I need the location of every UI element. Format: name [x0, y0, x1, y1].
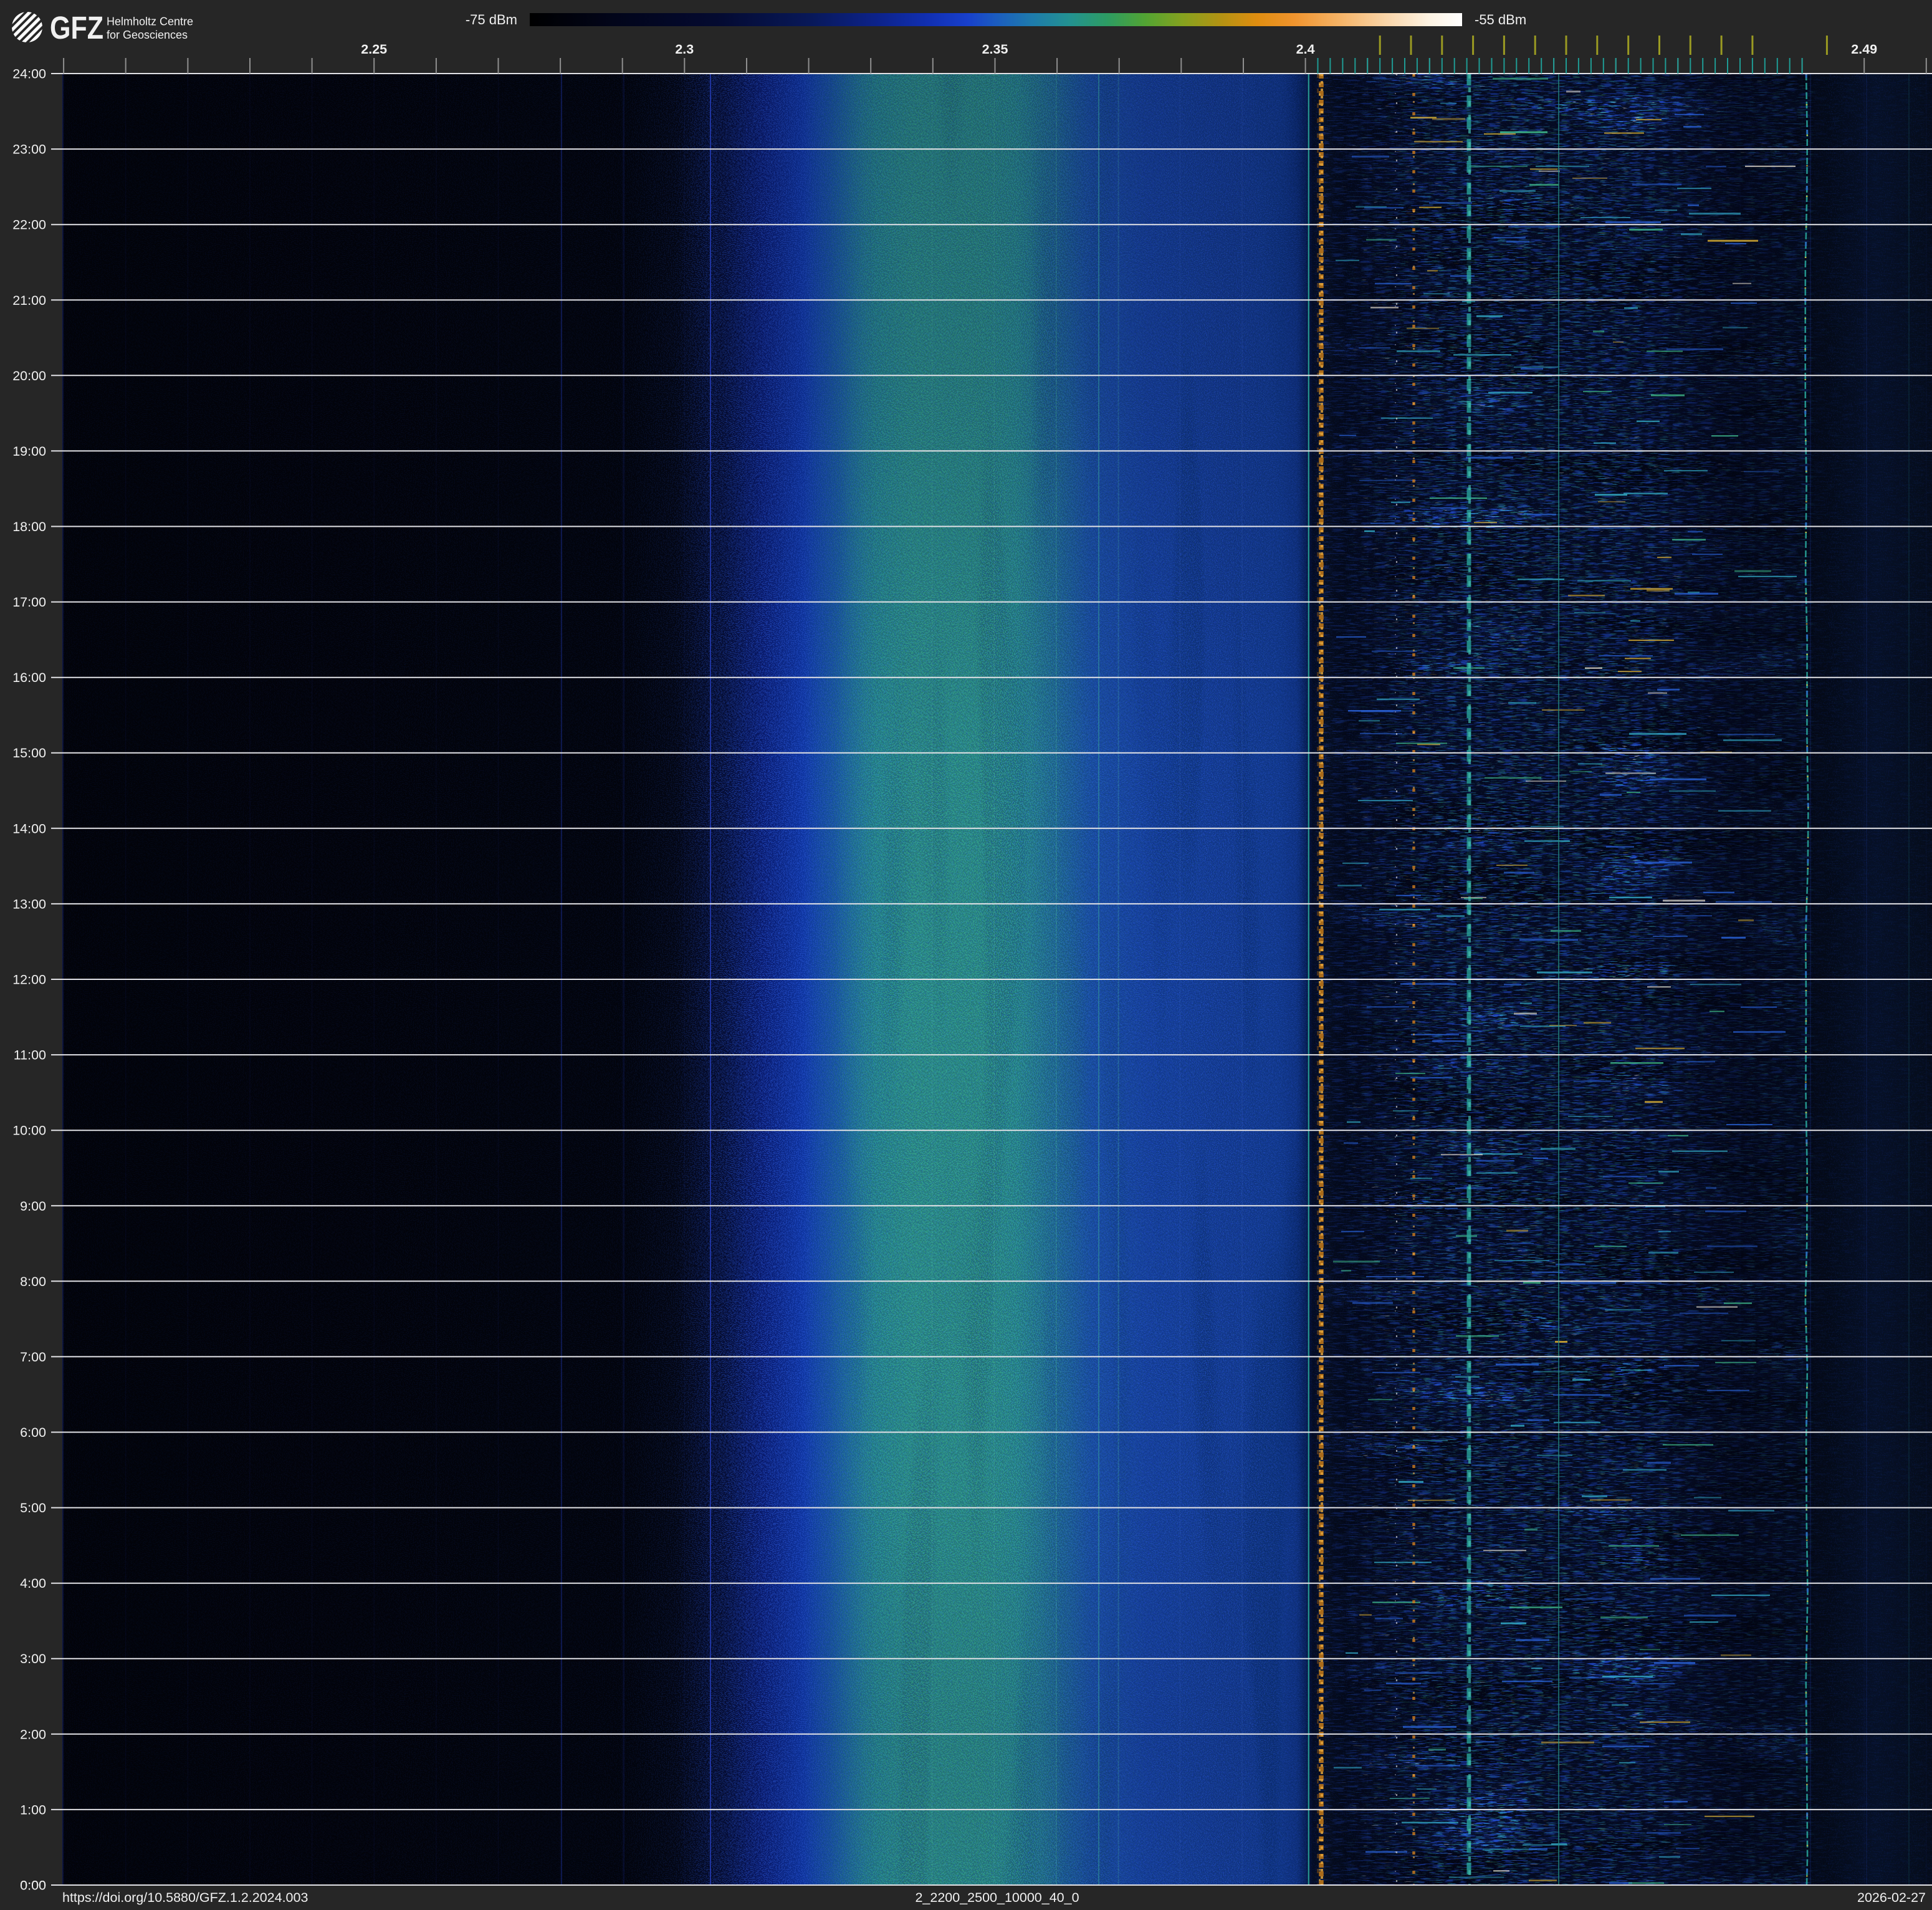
svg-text:2.49: 2.49 — [1851, 42, 1877, 57]
svg-text:4:00: 4:00 — [20, 1576, 46, 1591]
svg-text:15:00: 15:00 — [12, 746, 46, 761]
svg-text:2026-02-27: 2026-02-27 — [1857, 1890, 1926, 1905]
svg-text:18:00: 18:00 — [12, 519, 46, 534]
svg-text:16:00: 16:00 — [12, 670, 46, 685]
svg-text:17:00: 17:00 — [12, 595, 46, 610]
svg-text:for Geosciences: for Geosciences — [107, 29, 188, 41]
svg-text:14:00: 14:00 — [12, 821, 46, 836]
svg-text:2:00: 2:00 — [20, 1727, 46, 1742]
svg-text:2.3: 2.3 — [675, 42, 694, 57]
svg-text:5:00: 5:00 — [20, 1500, 46, 1515]
svg-text:23:00: 23:00 — [12, 142, 46, 157]
svg-text:21:00: 21:00 — [12, 293, 46, 308]
svg-text:11:00: 11:00 — [14, 1048, 46, 1063]
svg-text:GFZ: GFZ — [50, 10, 103, 46]
svg-text:2.4: 2.4 — [1296, 42, 1315, 57]
svg-text:2_2200_2500_10000_40_0: 2_2200_2500_10000_40_0 — [915, 1890, 1079, 1905]
svg-text:-55 dBm: -55 dBm — [1475, 12, 1526, 27]
svg-text:10:00: 10:00 — [12, 1123, 46, 1138]
svg-text:12:00: 12:00 — [12, 972, 46, 987]
svg-text:7:00: 7:00 — [20, 1350, 46, 1365]
svg-text:24:00: 24:00 — [12, 67, 46, 82]
svg-text:2.25: 2.25 — [361, 42, 387, 57]
svg-text:22:00: 22:00 — [12, 218, 46, 233]
svg-text:1:00: 1:00 — [20, 1802, 46, 1817]
svg-text:2.35: 2.35 — [982, 42, 1008, 57]
svg-text:https://doi.org/10.5880/GFZ.1.: https://doi.org/10.5880/GFZ.1.2.2024.003 — [62, 1890, 308, 1905]
svg-text:3:00: 3:00 — [20, 1651, 46, 1666]
svg-text:6:00: 6:00 — [20, 1425, 46, 1440]
svg-text:8:00: 8:00 — [20, 1274, 46, 1289]
svg-text:20:00: 20:00 — [12, 368, 46, 383]
svg-text:9:00: 9:00 — [20, 1199, 46, 1214]
svg-text:Helmholtz Centre: Helmholtz Centre — [107, 16, 193, 28]
svg-text:0:00: 0:00 — [20, 1878, 46, 1893]
svg-text:-75 dBm: -75 dBm — [466, 12, 517, 27]
svg-text:13:00: 13:00 — [12, 896, 46, 911]
svg-text:19:00: 19:00 — [12, 444, 46, 459]
